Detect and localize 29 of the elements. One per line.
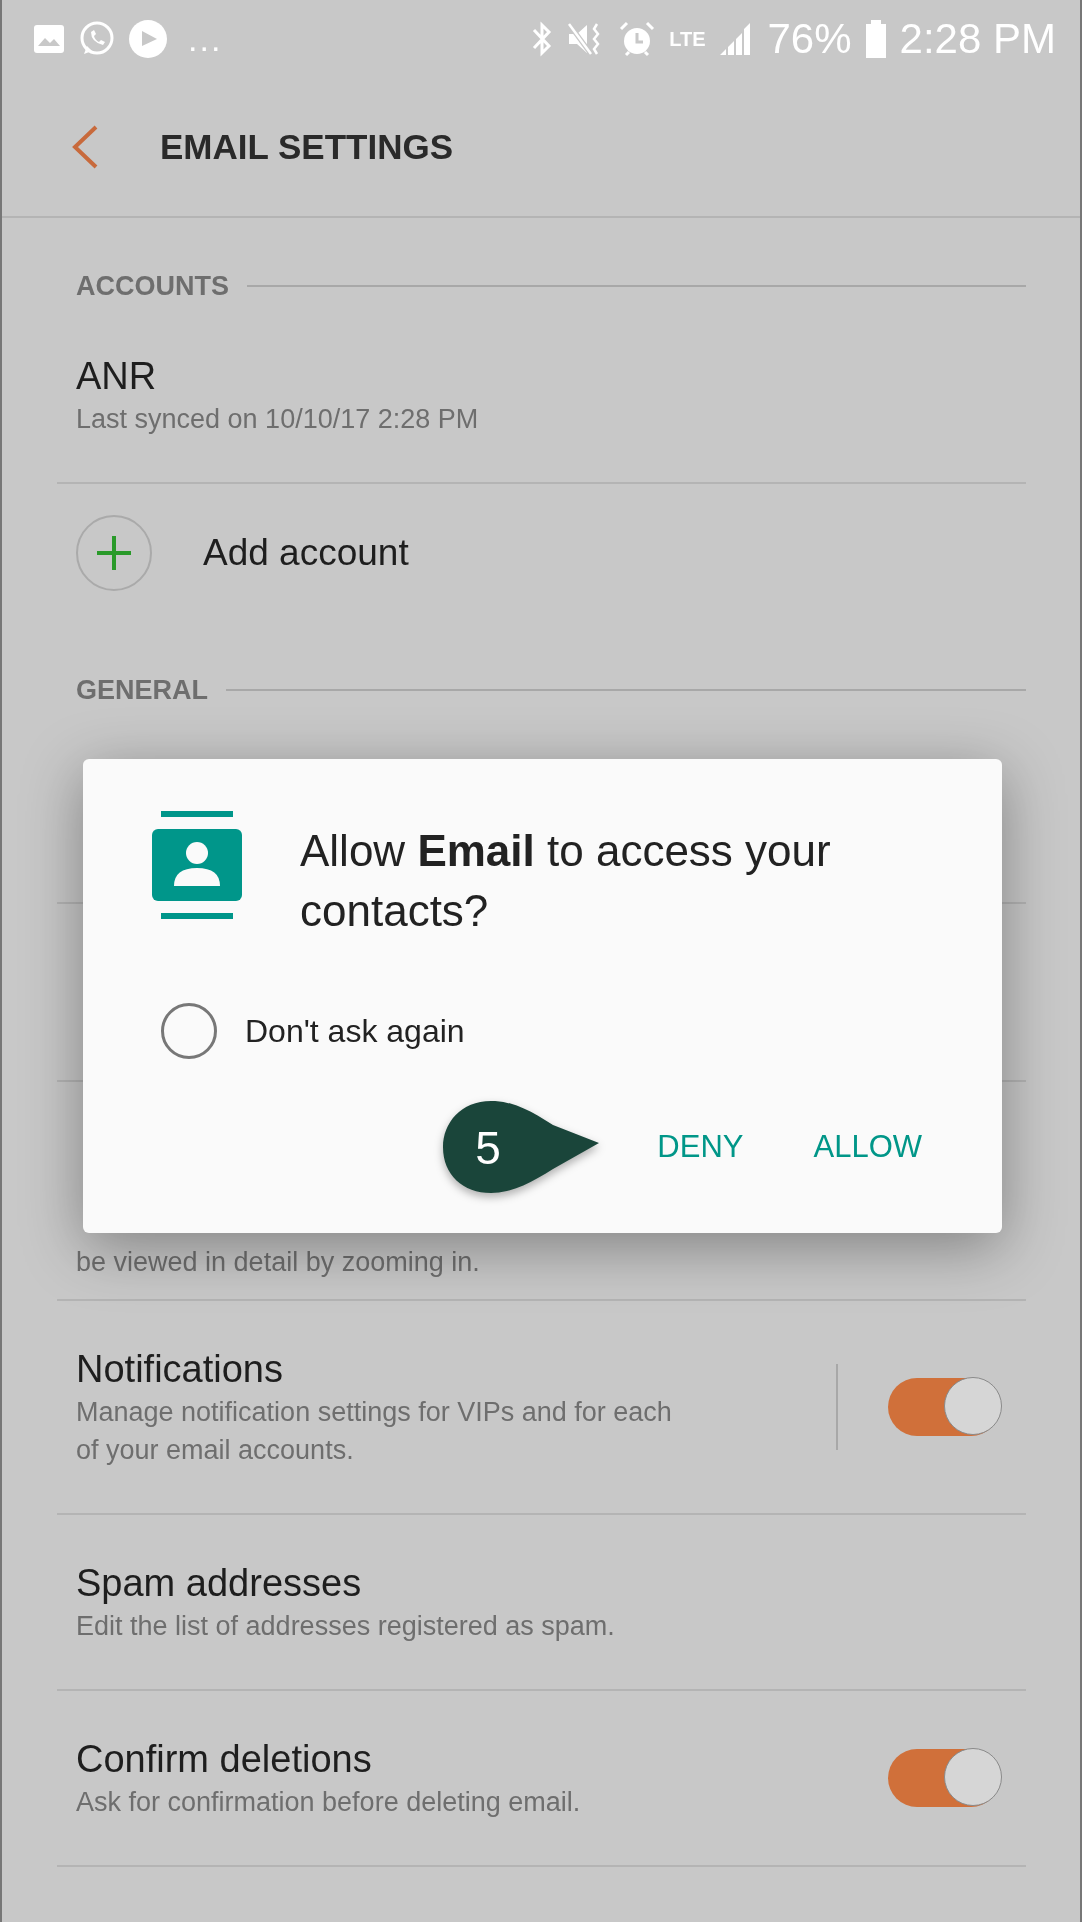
setting-title: Spam addresses (76, 1561, 363, 1606)
battery-icon (863, 19, 888, 59)
add-icon (75, 514, 153, 592)
section-header: ACCOUNTS (76, 270, 229, 302)
screen-title: EMAIL SETTINGS (160, 127, 453, 167)
dialog-button[interactable]: DENY (637, 1113, 764, 1181)
toggle-switch[interactable] (888, 1378, 1000, 1436)
dialog-button[interactable]: ALLOW (793, 1113, 942, 1181)
setting-title: ANR (76, 354, 158, 399)
setting-description: Ask for confirmation before deleting email. (76, 1786, 582, 1819)
checkbox-label: Don't ask again (245, 1012, 465, 1050)
setting-description: of your email accounts. (76, 1434, 355, 1467)
dialog-message: Allow Email to access your contacts? (300, 825, 832, 937)
setting-description: Manage notification settings for VIPs and for each (76, 1396, 673, 1429)
bluetooth-icon (531, 20, 554, 58)
setting-title: Notifications (76, 1347, 284, 1392)
image-icon (32, 22, 66, 56)
back-icon[interactable] (70, 124, 100, 170)
setting-title: Confirm deletions (76, 1737, 373, 1782)
add-account-item[interactable]: Add account (2, 484, 1080, 622)
play-icon (128, 19, 168, 59)
setting-description: Edit the list of addresses registered as spam. (76, 1610, 616, 1643)
contacts-icon (152, 811, 242, 919)
section-header: GENERAL (76, 674, 208, 706)
more-notifications: ... (188, 19, 223, 59)
radio-button[interactable] (161, 1003, 217, 1059)
setting-description: be viewed in detail by zooming in. (76, 1246, 480, 1279)
setting-description: Last synced on 10/10/17 2:28 PM (76, 403, 480, 436)
toggle-switch[interactable] (888, 1749, 1000, 1807)
